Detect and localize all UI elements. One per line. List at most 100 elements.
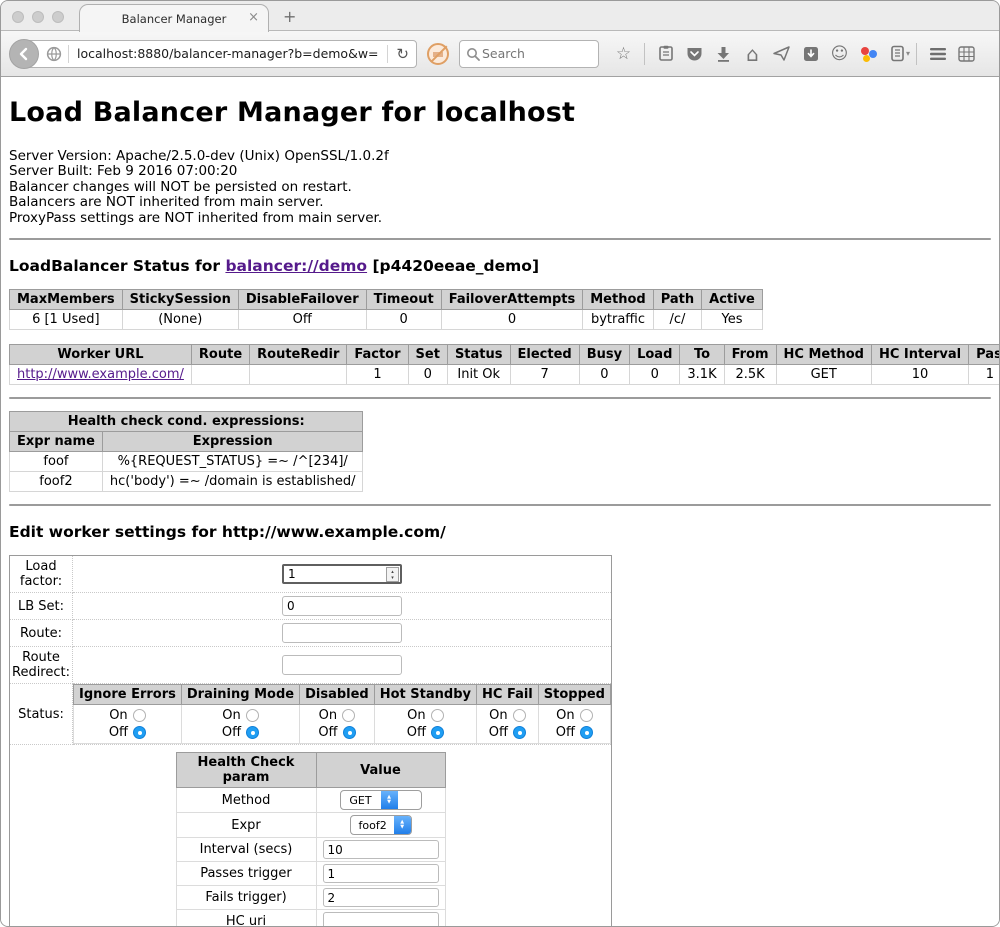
col-stopped: Stopped: [538, 685, 610, 705]
back-button[interactable]: [9, 39, 39, 69]
urlbar-separator: [68, 45, 69, 63]
col-worker-url: Worker URL: [10, 345, 192, 365]
col-method: Method: [583, 290, 653, 310]
tab-balancer-manager[interactable]: Balancer Manager ×: [79, 4, 269, 32]
save-to-device-icon[interactable]: [796, 40, 825, 68]
cell-expr-name: foof2: [10, 472, 103, 492]
lb-set-input[interactable]: [282, 596, 402, 616]
number-spinner-icon[interactable]: ▴▾: [386, 567, 399, 582]
downloads-icon[interactable]: [709, 40, 738, 68]
cell-load: 0: [630, 365, 680, 385]
edit-worker-heading: Edit worker settings for http://www.exam…: [9, 523, 991, 541]
search-input[interactable]: [480, 45, 580, 62]
search-icon: [466, 47, 480, 61]
draining-mode-on-radio[interactable]: [246, 709, 259, 722]
on-label: On: [319, 708, 337, 723]
pocket-icon[interactable]: [680, 40, 709, 68]
method-select[interactable]: GET ▲▼: [340, 790, 422, 810]
draining-mode-off-radio[interactable]: [246, 726, 259, 739]
col-set: Set: [408, 345, 447, 365]
expr-label: Expr: [176, 813, 316, 838]
select-arrows-icon: ▲▼: [394, 815, 411, 835]
stopped-off-radio[interactable]: [580, 726, 593, 739]
col-failoverattempts: FailoverAttempts: [441, 290, 583, 310]
close-window-button[interactable]: [12, 11, 24, 23]
address-input[interactable]: [75, 45, 381, 62]
balancer-demo-link[interactable]: balancer://demo: [225, 257, 367, 275]
server-version-line: Server Version: Apache/2.5.0-dev (Unix) …: [9, 149, 991, 164]
method-select-value: GET: [341, 794, 381, 807]
clipboard-icon[interactable]: [651, 40, 680, 68]
hc-fail-on-radio[interactable]: [513, 709, 526, 722]
col-status: Status: [447, 345, 510, 365]
disabled-on-radio[interactable]: [342, 709, 355, 722]
fails-trigger-label: Fails trigger): [176, 886, 316, 910]
extension-colordots-icon[interactable]: [854, 40, 883, 68]
cell-to: 3.1K: [680, 365, 724, 385]
navigation-toolbar: ↻ ☆ ⌂: [1, 31, 999, 77]
form-row-load-factor: Load factor: ▴▾: [10, 556, 612, 593]
heading-prefix: LoadBalancer Status for: [9, 257, 225, 275]
table-title-row: Health check cond. expressions:: [10, 412, 363, 432]
route-input[interactable]: [282, 623, 402, 643]
balancers-notice-line: Balancers are NOT inherited from main se…: [9, 195, 991, 210]
persist-notice-line: Balancer changes will NOT be persisted o…: [9, 180, 991, 195]
reload-icon[interactable]: ↻: [394, 45, 416, 63]
load-factor-input[interactable]: [282, 564, 402, 584]
heading-suffix: [p4420eeae_demo]: [367, 257, 539, 275]
tab-close-icon[interactable]: ×: [248, 10, 259, 25]
interval-input[interactable]: [323, 840, 439, 859]
window-controls: [12, 11, 64, 23]
expr-table-title: Health check cond. expressions:: [10, 412, 363, 432]
col-health-check-param: Health Check param: [176, 753, 316, 788]
toolbar-icons: ☆ ⌂ ☺ ▾: [609, 40, 991, 68]
form-row-lb-set: LB Set:: [10, 593, 612, 620]
tab-bar: Balancer Manager × +: [1, 1, 999, 31]
tab-title: Balancer Manager: [122, 12, 227, 26]
col-draining-mode: Draining Mode: [181, 685, 299, 705]
hc-uri-input[interactable]: [323, 912, 439, 926]
cell-passes: 1 (0): [969, 365, 999, 385]
new-tab-button[interactable]: +: [283, 7, 296, 26]
hot-standby-on-radio[interactable]: [431, 709, 444, 722]
home-icon[interactable]: ⌂: [738, 40, 767, 68]
bookmark-star-icon[interactable]: ☆: [609, 40, 638, 68]
status-flags-table: Ignore Errors Draining Mode Disabled Hot…: [73, 684, 611, 744]
hc-fail-off-radio[interactable]: [513, 726, 526, 739]
disabled-off-radio[interactable]: [343, 726, 356, 739]
cell-routeredir: [250, 365, 347, 385]
hot-standby-off-radio[interactable]: [431, 726, 444, 739]
fails-trigger-input[interactable]: [323, 888, 439, 907]
minimize-window-button[interactable]: [32, 11, 44, 23]
cell-set: 0: [408, 365, 447, 385]
ignore-errors-off-radio[interactable]: [133, 726, 146, 739]
cell-maxmembers: 6 [1 Used]: [10, 310, 123, 330]
search-bar[interactable]: [459, 40, 599, 68]
cell-stickysession: (None): [122, 310, 238, 330]
table-row: foof %{REQUEST_STATUS} =~ /^[234]/: [10, 452, 363, 472]
chevron-down-icon[interactable]: ▾: [906, 49, 910, 58]
route-redirect-input[interactable]: [282, 655, 402, 675]
zoom-window-button[interactable]: [52, 11, 64, 23]
globe-icon[interactable]: [46, 46, 62, 62]
form-row-status: Status: Ignore Errors Draining Mode Disa…: [10, 684, 612, 745]
content-blocked-icon[interactable]: [427, 43, 449, 65]
cell-status: Init Ok: [447, 365, 510, 385]
tab-groups-grid-icon[interactable]: [952, 40, 981, 68]
passes-trigger-input[interactable]: [323, 864, 439, 883]
cell-active: Yes: [702, 310, 763, 330]
expr-select[interactable]: foof2 ▲▼: [350, 815, 412, 835]
send-tab-icon[interactable]: [767, 40, 796, 68]
url-bar[interactable]: ↻: [25, 40, 417, 68]
menu-hamburger-icon[interactable]: [923, 40, 952, 68]
select-arrows-icon: ▲▼: [381, 790, 398, 810]
stopped-on-radio[interactable]: [580, 709, 593, 722]
cell-busy: 0: [579, 365, 629, 385]
feedback-smiley-icon[interactable]: ☺: [825, 40, 854, 68]
ignore-errors-on-radio[interactable]: [133, 709, 146, 722]
table-row: foof2 hc('body') =~ /domain is establish…: [10, 472, 363, 492]
cell-route: [191, 365, 249, 385]
urlbar-separator: [387, 45, 388, 63]
worker-url-link[interactable]: http://www.example.com/: [17, 367, 184, 382]
on-label: On: [407, 708, 425, 723]
